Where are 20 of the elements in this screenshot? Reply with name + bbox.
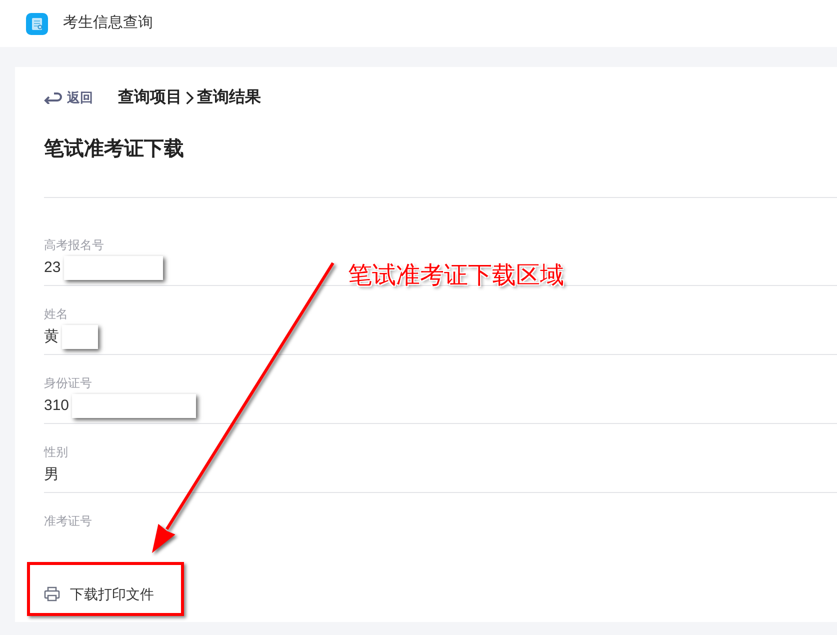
- field-value: 23: [44, 258, 61, 278]
- app-logo-icon: [26, 12, 48, 34]
- printer-icon: [44, 586, 60, 602]
- return-arrow-icon: [44, 92, 62, 104]
- breadcrumb-item[interactable]: 查询项目: [118, 86, 182, 110]
- back-link[interactable]: 返回: [44, 88, 93, 108]
- field-label: 高考报名号: [44, 237, 104, 253]
- breadcrumb-item: 查询结果: [197, 88, 261, 108]
- download-print-button[interactable]: 下载打印文件: [44, 578, 154, 610]
- field-value: 男: [44, 465, 59, 485]
- field-value: 310: [44, 396, 70, 416]
- annotation-text: 笔试准考证下载区域: [348, 260, 564, 291]
- field-label: 准考证号: [44, 513, 92, 529]
- chevron-right-icon: [185, 90, 194, 106]
- field-label: 姓名: [44, 306, 68, 322]
- field-value: 黄: [44, 327, 59, 347]
- field-label: 身份证号: [44, 375, 92, 391]
- field-label: 性别: [44, 444, 68, 460]
- app-title: 考生信息查询: [63, 13, 153, 34]
- page-title: 笔试准考证下载: [44, 137, 184, 162]
